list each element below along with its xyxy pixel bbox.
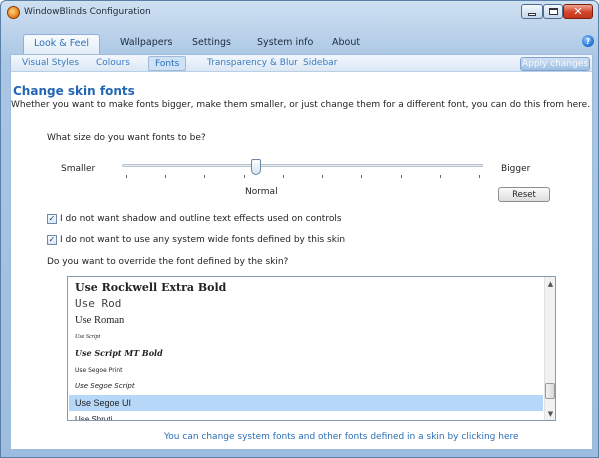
slider-tick [283, 175, 284, 178]
subtab-colours[interactable]: Colours [96, 58, 130, 68]
font-item-rockwell-extra-bold[interactable]: Use Rockwell Extra Bold [69, 279, 543, 295]
slider-tick [361, 175, 362, 178]
tab-look-and-feel[interactable]: Look & Feel [23, 34, 100, 54]
subtab-transparency-blur[interactable]: Transparency & Blur [207, 58, 298, 68]
slider-tick [244, 175, 245, 178]
app-window: WindowBlinds Configuration ✕ Look & Feel… [0, 0, 599, 458]
scroll-down-icon[interactable]: ▼ [546, 409, 555, 418]
apply-changes-button[interactable]: Apply changes [520, 57, 590, 71]
font-item-segoe-print[interactable]: Use Segoe Print [69, 362, 543, 378]
font-item-script[interactable]: Use Script [69, 329, 543, 345]
scroll-up-icon[interactable]: ▲ [546, 279, 555, 288]
help-icon[interactable]: ? [582, 35, 594, 47]
no-system-fonts-checkbox-row[interactable]: ✓ I do not want to use any system wide f… [47, 235, 345, 245]
font-size-question: What size do you want fonts to be? [47, 133, 206, 143]
title-bar[interactable]: WindowBlinds Configuration ✕ [1, 1, 598, 23]
font-item-shruti[interactable]: Use Shruti [69, 411, 543, 421]
close-icon: ✕ [573, 5, 583, 18]
minimize-button[interactable] [521, 4, 543, 19]
font-item-script-mt-bold[interactable]: Use Script MT Bold [69, 345, 543, 361]
slider-tick [165, 175, 166, 178]
tab-system-info[interactable]: System info [257, 37, 313, 48]
slider-min-label: Smaller [61, 164, 96, 174]
font-size-slider-thumb[interactable] [251, 159, 261, 175]
page-description: Whether you want to make fonts bigger, m… [11, 100, 591, 110]
change-system-fonts-link[interactable]: You can change system fonts and other fo… [164, 432, 519, 442]
subtab-sidebar[interactable]: Sidebar [303, 58, 337, 68]
slider-tick [479, 175, 480, 178]
tab-about[interactable]: About [332, 37, 360, 48]
font-size-slider-track[interactable] [122, 164, 483, 167]
reset-button[interactable]: Reset [498, 187, 550, 202]
window-title: WindowBlinds Configuration [24, 7, 151, 17]
slider-max-label: Bigger [501, 164, 531, 174]
minimize-icon [528, 12, 536, 16]
close-button[interactable]: ✕ [563, 4, 593, 19]
font-item-roman[interactable]: Use Roman [69, 312, 543, 328]
font-item-segoe-ui[interactable]: Use Segoe UI [69, 395, 543, 411]
no-shadow-effects-label: I do not want shadow and outline text ef… [60, 214, 342, 224]
windowblinds-app-icon [7, 6, 20, 19]
tab-wallpapers[interactable]: Wallpapers [120, 37, 172, 48]
sub-tab-bar: Visual Styles Colours Fonts Transparency… [10, 54, 593, 72]
main-tab-bar: Look & Feel Wallpapers Settings System i… [10, 34, 594, 54]
checkmark-icon: ✓ [48, 214, 56, 223]
slider-tick [322, 175, 323, 178]
slider-tick [440, 175, 441, 178]
slider-tick [126, 175, 127, 178]
slider-value-label: Normal [245, 187, 278, 197]
subtab-visual-styles[interactable]: Visual Styles [22, 58, 79, 68]
slider-tick [204, 175, 205, 178]
font-item-segoe-script[interactable]: Use Segoe Script [69, 378, 543, 394]
font-item-rod[interactable]: Use Rod [69, 295, 543, 311]
font-list-scrollbar[interactable]: ▲ ▼ [544, 277, 555, 420]
page-title: Change skin fonts [13, 84, 135, 98]
override-font-question: Do you want to override the font defined… [47, 257, 289, 267]
no-system-fonts-label: I do not want to use any system wide fon… [60, 235, 346, 245]
maximize-button[interactable] [543, 4, 563, 19]
no-shadow-effects-checkbox[interactable]: ✓ [47, 214, 57, 224]
slider-tick [401, 175, 402, 178]
no-system-fonts-checkbox[interactable]: ✓ [47, 235, 57, 245]
tab-settings[interactable]: Settings [192, 37, 231, 48]
font-list[interactable]: Use Rockwell Extra Bold Use Rod Use Roma… [67, 276, 556, 421]
maximize-icon [548, 8, 558, 15]
no-shadow-effects-checkbox-row[interactable]: ✓ I do not want shadow and outline text … [47, 214, 342, 224]
subtab-fonts[interactable]: Fonts [148, 56, 187, 71]
scroll-thumb[interactable] [545, 383, 555, 399]
checkmark-icon: ✓ [48, 235, 56, 244]
